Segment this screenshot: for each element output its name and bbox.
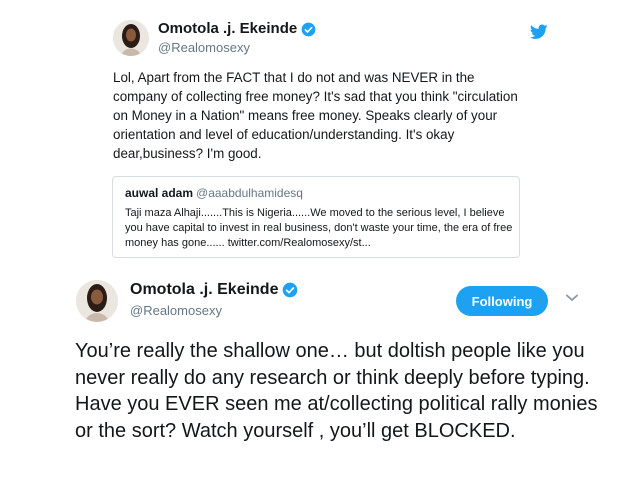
author-name[interactable]: Omotola .j. Ekeinde — [158, 20, 316, 37]
following-button[interactable]: Following — [456, 286, 548, 316]
avatar-photo — [76, 280, 118, 322]
author-avatar[interactable] — [113, 20, 149, 56]
author-avatar[interactable] — [76, 280, 118, 322]
verified-badge-icon — [283, 282, 298, 298]
author-name-text: Omotola .j. Ekeinde — [158, 20, 298, 37]
quoted-author-name: auwal adam — [125, 186, 194, 200]
author-handle[interactable]: @Realomosexy — [158, 40, 250, 55]
verified-badge-icon — [301, 22, 316, 36]
author-name[interactable]: Omotola .j. Ekeinde — [130, 281, 298, 299]
quoted-tweet-header: auwal adam @aaabdulhamidesq — [125, 186, 303, 200]
quoted-author-handle: @aaabdulhamidesq — [196, 186, 303, 200]
author-handle[interactable]: @Realomosexy — [130, 303, 222, 318]
tweet-text: You’re really the shallow one… but dolti… — [75, 340, 598, 442]
twitter-bird-icon[interactable] — [530, 24, 548, 40]
avatar-photo — [113, 20, 149, 56]
quoted-tweet-card[interactable]: auwal adam @aaabdulhamidesq Taji maza Alh… — [112, 176, 520, 258]
chevron-down-icon[interactable] — [566, 294, 578, 302]
author-name-text: Omotola .j. Ekeinde — [130, 281, 279, 298]
quoted-tweet-text: Taji maza Alhaji.......This is Nigeria..… — [125, 207, 513, 249]
tweet-text: Lol, Apart from the FACT that I do not a… — [113, 70, 518, 161]
